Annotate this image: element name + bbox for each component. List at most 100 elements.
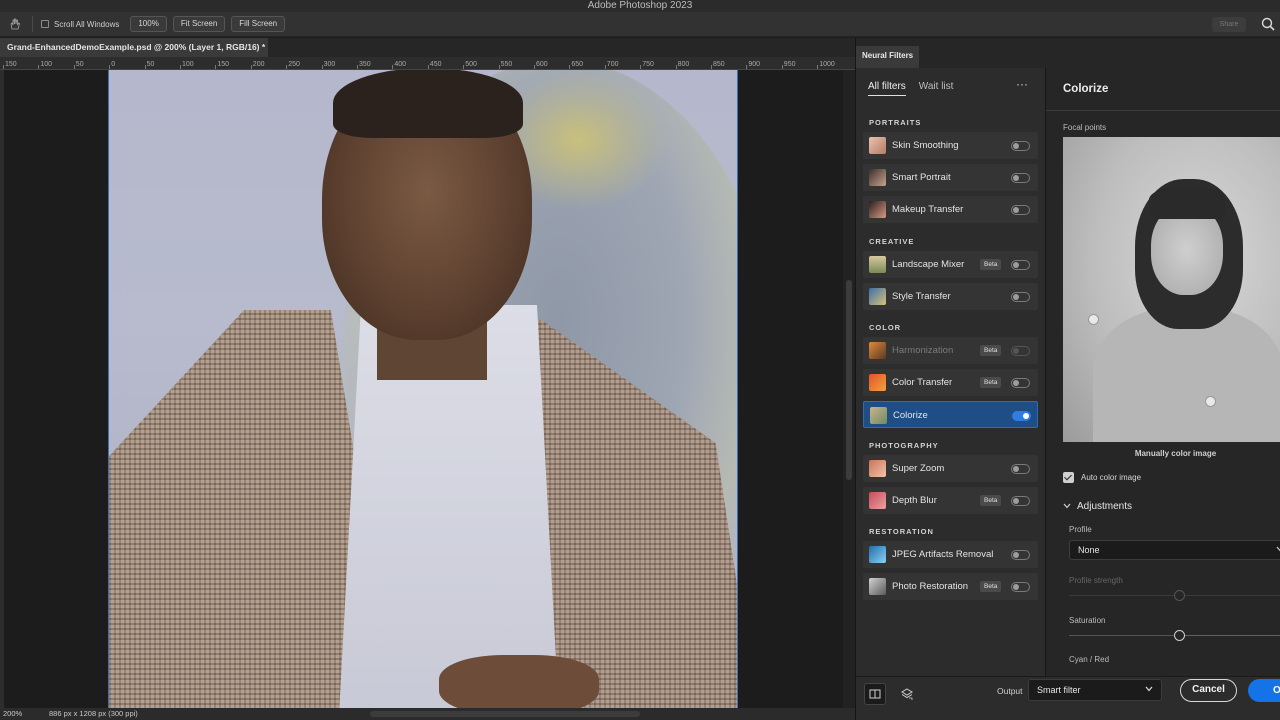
filter-colorize[interactable]: Colorize xyxy=(863,401,1038,428)
auto-color-checkbox[interactable] xyxy=(1063,472,1074,483)
filter-label: Super Zoom xyxy=(892,463,945,474)
landscape-mixer-toggle[interactable] xyxy=(1011,260,1030,270)
colorize-settings: Colorize Focal points Manually color ima… xyxy=(1045,68,1280,676)
harmonization-toggle[interactable] xyxy=(1011,346,1030,356)
style-transfer-thumbnail xyxy=(869,288,886,305)
makeup-transfer-toggle[interactable] xyxy=(1011,205,1030,215)
colorize-toggle[interactable] xyxy=(1012,411,1031,421)
ruler-tick-mark xyxy=(321,65,323,69)
profile-select[interactable]: None xyxy=(1069,540,1280,560)
ruler-tick-mark xyxy=(817,65,819,69)
focal-point-handle[interactable] xyxy=(1205,396,1216,407)
chevron-down-icon xyxy=(1276,541,1280,559)
colorize-thumbnail xyxy=(870,407,887,424)
ruler-tick-mark xyxy=(604,65,606,69)
preview-split-icon[interactable] xyxy=(864,683,886,705)
filter-makeup-transfer[interactable]: Makeup Transfer xyxy=(863,196,1038,223)
focal-point-handle[interactable] xyxy=(1088,314,1099,325)
cyan-red-label: Cyan / Red xyxy=(1069,655,1110,664)
slider-knob[interactable] xyxy=(1174,630,1185,641)
scrollbar-thumb[interactable] xyxy=(846,280,852,480)
ok-button[interactable]: OK xyxy=(1248,679,1280,702)
zoom-100-button[interactable]: 100% xyxy=(130,16,167,32)
output-label: Output xyxy=(997,686,1023,696)
ruler-tick-label: 150 xyxy=(217,61,230,68)
filter-super-zoom[interactable]: Super Zoom xyxy=(863,455,1038,482)
photo-restoration-thumbnail xyxy=(869,578,886,595)
document-tab[interactable]: Grand-EnhancedDemoExample.psd @ 200% (La… xyxy=(0,38,268,57)
focal-points-preview[interactable] xyxy=(1063,137,1280,442)
search-icon[interactable] xyxy=(1260,16,1276,32)
beta-badge: Beta xyxy=(980,495,1002,506)
ruler-tick-label: 900 xyxy=(748,61,761,68)
photo-restoration-toggle[interactable] xyxy=(1011,582,1030,592)
ruler-tick-mark xyxy=(286,65,288,69)
profile-strength-slider[interactable] xyxy=(1069,590,1280,601)
filter-label: Makeup Transfer xyxy=(892,204,964,215)
ruler-tick-label: 700 xyxy=(606,61,619,68)
filter-harmonization[interactable]: Harmonization Beta xyxy=(863,337,1038,364)
filter-smart-portrait[interactable]: Smart Portrait xyxy=(863,164,1038,191)
share-button[interactable]: Share xyxy=(1212,17,1246,32)
layers-icon[interactable] xyxy=(896,683,918,705)
depth-blur-toggle[interactable] xyxy=(1011,496,1030,506)
fill-screen-button[interactable]: Fill Screen xyxy=(231,16,286,32)
filter-style-transfer[interactable]: Style Transfer xyxy=(863,283,1038,310)
filter-list: All filters Wait list ··· PORTRAITS Skin… xyxy=(855,68,1045,676)
filter-color-transfer[interactable]: Color Transfer Beta xyxy=(863,369,1038,396)
category-restoration: RESTORATION xyxy=(869,527,934,536)
vertical-scrollbar[interactable] xyxy=(843,70,855,708)
filter-photo-restoration[interactable]: Photo Restoration Beta xyxy=(863,573,1038,600)
ruler-tick-mark xyxy=(3,65,4,69)
filter-skin-smoothing[interactable]: Skin Smoothing xyxy=(863,132,1038,159)
ruler-tick-mark xyxy=(463,65,465,69)
ruler-tick-mark xyxy=(357,65,358,69)
color-transfer-toggle[interactable] xyxy=(1011,378,1030,388)
makeup-transfer-thumbnail xyxy=(869,201,886,218)
chevron-down-icon xyxy=(1063,502,1071,511)
style-transfer-toggle[interactable] xyxy=(1011,292,1030,302)
ruler-tick-mark xyxy=(711,65,712,69)
ruler-tick-mark xyxy=(569,65,571,69)
jpeg-artifacts-thumbnail xyxy=(869,546,886,563)
divider xyxy=(32,16,33,32)
ruler-tick-label: 1000 xyxy=(819,61,835,68)
scroll-all-windows-checkbox[interactable] xyxy=(41,20,49,28)
ruler-tick-label: 950 xyxy=(783,61,796,68)
filter-depth-blur[interactable]: Depth Blur Beta xyxy=(863,487,1038,514)
auto-color-option[interactable]: Auto color image xyxy=(1063,472,1141,483)
zoom-level[interactable]: 200% xyxy=(3,709,22,718)
tab-all-filters[interactable]: All filters xyxy=(868,81,906,96)
filter-label: JPEG Artifacts Removal xyxy=(892,549,994,560)
skin-smoothing-toggle[interactable] xyxy=(1011,141,1030,151)
filter-jpeg-artifacts-removal[interactable]: JPEG Artifacts Removal xyxy=(863,541,1038,568)
slider-knob[interactable] xyxy=(1174,590,1185,601)
neural-filters-panel-tab[interactable]: Neural Filters xyxy=(856,46,920,68)
filter-label: Style Transfer xyxy=(892,291,951,302)
saturation-slider[interactable] xyxy=(1069,630,1280,641)
vertical-ruler xyxy=(0,70,4,708)
ruler-tick-mark xyxy=(427,65,429,69)
ruler-tick-label: 400 xyxy=(394,61,407,68)
profile-value: None xyxy=(1078,545,1100,555)
more-options-icon[interactable]: ··· xyxy=(1016,77,1028,91)
horizontal-scrollbar[interactable] xyxy=(370,711,640,717)
ruler-tick-mark xyxy=(144,65,146,69)
adjustments-section-toggle[interactable]: Adjustments xyxy=(1063,501,1132,512)
hand-tool-icon[interactable] xyxy=(4,15,26,33)
smart-portrait-toggle[interactable] xyxy=(1011,173,1030,183)
filter-landscape-mixer[interactable]: Landscape Mixer Beta xyxy=(863,251,1038,278)
tab-wait-list[interactable]: Wait list xyxy=(919,81,954,96)
ruler-tick-mark xyxy=(109,65,111,69)
jpeg-artifacts-toggle[interactable] xyxy=(1011,550,1030,560)
color-transfer-thumbnail xyxy=(869,374,886,391)
profile-strength-label: Profile strength xyxy=(1069,576,1123,585)
fit-screen-button[interactable]: Fit Screen xyxy=(172,16,226,32)
ruler-tick-mark xyxy=(73,65,75,69)
output-select[interactable]: Smart filter xyxy=(1028,679,1162,701)
cancel-button[interactable]: Cancel xyxy=(1180,679,1237,702)
document-image[interactable] xyxy=(108,70,738,708)
ruler-tick-label: 200 xyxy=(252,61,265,68)
super-zoom-toggle[interactable] xyxy=(1011,464,1030,474)
neural-filters-header: Neural Filters xyxy=(855,38,1280,68)
